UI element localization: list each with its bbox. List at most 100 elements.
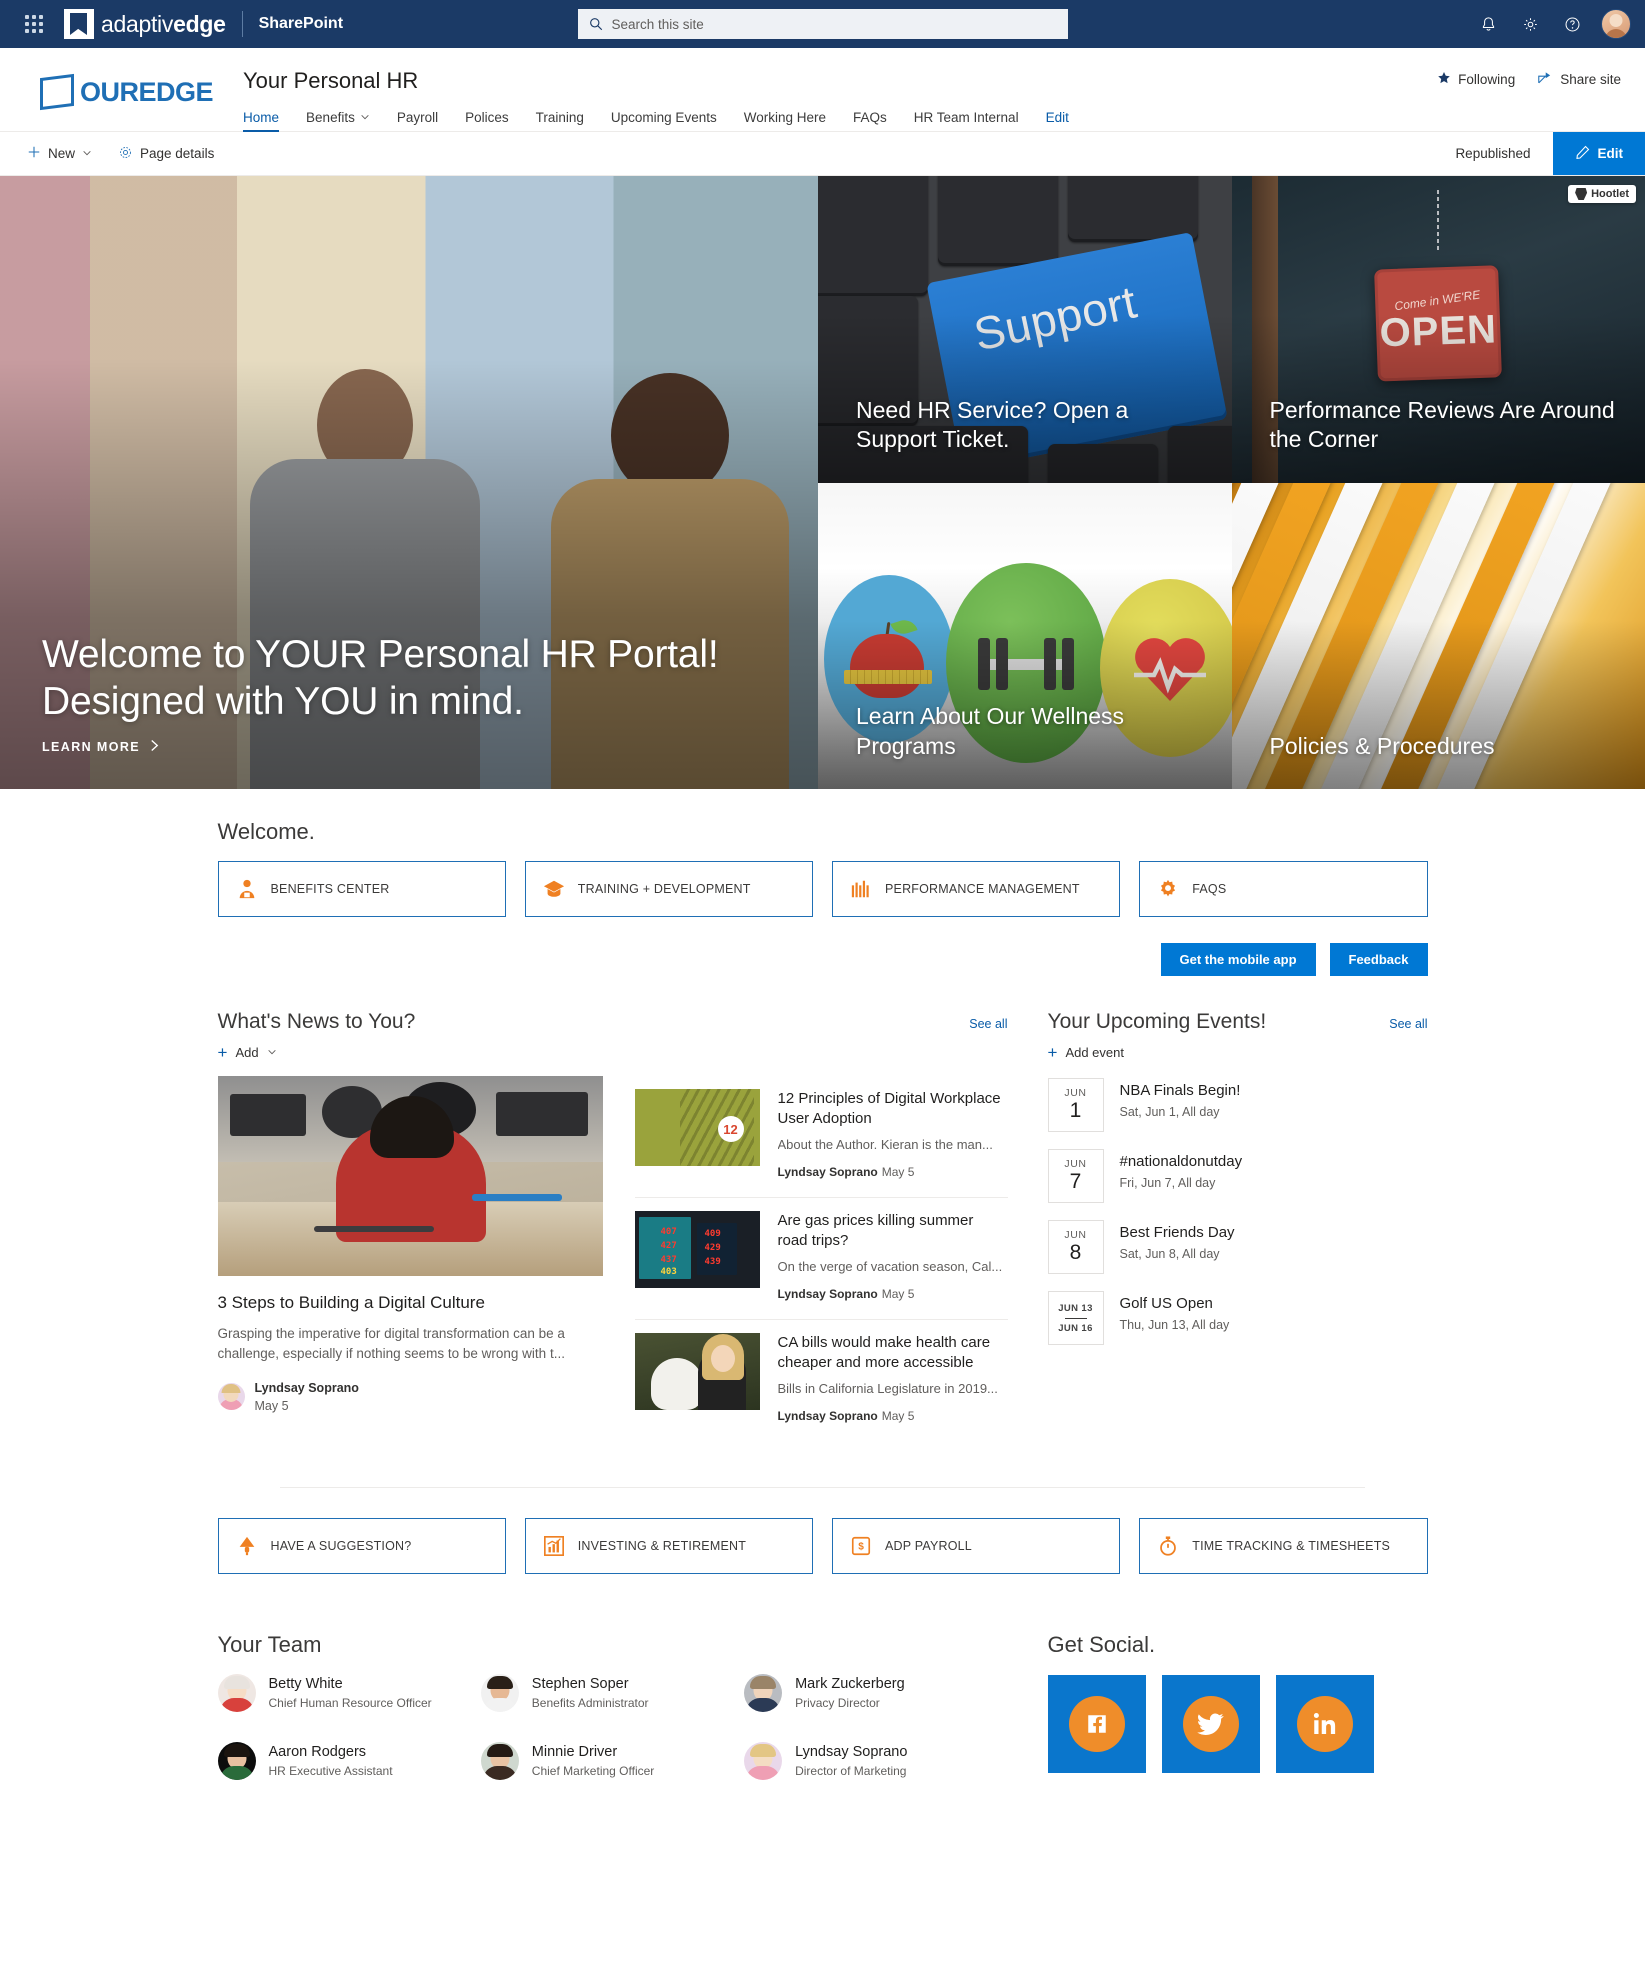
team-title: Your Team xyxy=(217,1632,322,1658)
social-web-part: Get Social. xyxy=(1047,1632,1428,1810)
quicklink-faqs[interactable]: FAQs xyxy=(1139,861,1428,917)
share-site-button[interactable]: Share site xyxy=(1537,70,1621,88)
hero-tile-wellness[interactable]: Learn About Our Wellness Programs xyxy=(818,482,1232,789)
nav-item-label: FAQs xyxy=(853,110,887,126)
team-member[interactable]: Aaron Rodgers HR Executive Assistant xyxy=(217,1742,481,1781)
plus-icon xyxy=(27,145,41,162)
nav-item-upcoming-events[interactable]: Upcoming Events xyxy=(611,105,731,134)
nav-item-edit[interactable]: Edit xyxy=(1046,105,1083,134)
search-input[interactable] xyxy=(611,16,1057,32)
hootlet-watermark[interactable]: Hootlet xyxy=(1568,185,1636,203)
nav-item-payroll[interactable]: Payroll xyxy=(397,105,452,134)
quicklink-label: FAQs xyxy=(1192,882,1227,896)
page-details-button[interactable]: Page details xyxy=(105,132,227,175)
event-item[interactable]: JUN 8 Best Friends Day Sat, Jun 8, All day xyxy=(1047,1220,1428,1274)
featured-news-date: May 5 xyxy=(254,1398,289,1413)
publish-status: Republished xyxy=(1455,146,1531,161)
hero-tile-policies[interactable]: Policies & Procedures xyxy=(1231,482,1645,789)
featured-news-excerpt: Grasping the imperative for digital tran… xyxy=(217,1326,565,1362)
hero-tile-support[interactable]: Support Need HR Service? Open a Support … xyxy=(818,176,1232,483)
site-logo[interactable]: OUREDGE xyxy=(40,73,214,111)
event-day: 8 xyxy=(1069,1241,1082,1265)
search-box[interactable] xyxy=(577,9,1068,39)
nav-item-benefits[interactable]: Benefits xyxy=(306,105,384,134)
news-item[interactable]: 12 12 Principles of Digital Workplace Use… xyxy=(634,1076,1008,1199)
facebook-icon xyxy=(1068,1696,1125,1753)
avatar xyxy=(217,1383,245,1411)
news-thumbnail xyxy=(634,1333,760,1411)
get-mobile-app-button[interactable]: Get the mobile app xyxy=(1160,943,1316,976)
nav-item-label: Edit xyxy=(1045,110,1069,126)
quicklink-adp-payroll[interactable]: $ ADP PAYROLL xyxy=(832,1518,1121,1575)
nav-item-faqs[interactable]: FAQs xyxy=(853,105,901,134)
following-button[interactable]: Following xyxy=(1437,71,1515,88)
team-member[interactable]: Betty White Chief Human Resource Officer xyxy=(217,1674,481,1713)
team-member[interactable]: Lyndsay Soprano Director of Marketing xyxy=(744,1742,1007,1781)
team-member[interactable]: Stephen Soper Benefits Administrator xyxy=(480,1674,744,1713)
nav-item-working-here[interactable]: Working Here xyxy=(744,105,840,134)
adaptivedge-logo-icon xyxy=(64,9,94,39)
notifications-icon[interactable] xyxy=(1469,4,1507,44)
help-icon[interactable] xyxy=(1553,4,1591,44)
featured-news-card[interactable]: 3 Steps to Building a Digital Culture Gr… xyxy=(217,1076,603,1441)
gear-icon[interactable] xyxy=(1511,4,1549,44)
social-link-facebook[interactable] xyxy=(1047,1675,1146,1774)
quicklink-training-development[interactable]: TRAINING + DEVELOPMENT xyxy=(524,861,813,917)
event-item[interactable]: JUN 13 JUN 16 Golf US Open Thu, Jun 13, All… xyxy=(1047,1291,1428,1345)
gear-icon xyxy=(1157,878,1179,900)
events-see-all-link[interactable]: See all xyxy=(1389,1017,1427,1031)
quicklink-time-tracking-timesheets[interactable]: TIME TRACKING & TIMESHEETS xyxy=(1139,1518,1428,1575)
team-member[interactable]: Mark Zuckerberg Privacy Director xyxy=(744,1674,1007,1713)
news-add-button[interactable]: + Add xyxy=(218,1044,1008,1061)
learn-more-button[interactable]: LEARN MORE xyxy=(42,739,778,755)
event-item[interactable]: JUN 1 NBA Finals Begin! Sat, Jun 1, All day xyxy=(1047,1078,1428,1132)
news-item[interactable]: CA bills would make health care cheaper … xyxy=(634,1320,1008,1441)
news-item-description: About the Author. Kieran is the man... xyxy=(777,1136,993,1152)
hero-tile-performance-reviews[interactable]: Come in WE'RE OPEN Hootlet Performance R… xyxy=(1231,176,1645,483)
site-logo-text: OUREDGE xyxy=(80,76,214,107)
social-link-linkedin[interactable] xyxy=(1275,1675,1374,1774)
social-link-twitter[interactable] xyxy=(1161,1675,1260,1774)
news-item-date: May 5 xyxy=(881,1287,915,1302)
team-member-role: HR Executive Assistant xyxy=(268,1763,393,1778)
quicklink-have-a-suggestion-[interactable]: HAVE A SUGGESTION? xyxy=(217,1518,506,1575)
news-title: What's News to You? xyxy=(217,1010,416,1033)
following-label: Following xyxy=(1458,71,1516,87)
news-item[interactable]: 407 427 437 403 409 429 439 Are gas prices kill… xyxy=(634,1198,1008,1321)
new-button[interactable]: New xyxy=(14,132,105,175)
news-see-all-link[interactable]: See all xyxy=(969,1017,1007,1031)
edit-button[interactable]: Edit xyxy=(1552,132,1645,175)
hero-tile-label: Need HR Service? Open a Support Ticket. xyxy=(856,396,1129,453)
nav-item-label: Home xyxy=(243,110,280,126)
add-event-label: Add event xyxy=(1065,1045,1124,1060)
event-item[interactable]: JUN 7 #nationaldonutday Fri, Jun 7, All day xyxy=(1047,1149,1428,1203)
chart-growth-icon xyxy=(543,1535,565,1557)
welcome-quicklinks: BENEFITS CENTER TRAINING + DEVELOPMENT PER… xyxy=(217,861,1428,917)
feedback-button[interactable]: Feedback xyxy=(1329,943,1428,976)
nav-item-training[interactable]: Training xyxy=(536,105,598,134)
team-member-role: Chief Marketing Officer xyxy=(531,1763,655,1778)
app-name[interactable]: SharePoint xyxy=(259,15,343,33)
quicklink-investing-retirement[interactable]: INVESTING & RETIREMENT xyxy=(524,1518,813,1575)
news-item-author: Lyndsay Soprano xyxy=(777,1165,878,1180)
nav-item-label: Benefits xyxy=(306,110,355,126)
hero-main-banner[interactable]: Welcome to YOUR Personal HR Portal! Desi… xyxy=(0,176,818,789)
quicklink-performance-management[interactable]: PERFORMANCE MANAGEMENT xyxy=(832,861,1121,917)
nav-item-polices[interactable]: Polices xyxy=(465,105,523,134)
nav-item-hr-team-internal[interactable]: HR Team Internal xyxy=(914,105,1033,134)
team-web-part: Your Team Betty White Chief Human Resourc… xyxy=(217,1632,1008,1810)
user-avatar[interactable] xyxy=(1601,9,1631,39)
nav-item-home[interactable]: Home xyxy=(243,105,293,134)
team-member[interactable]: Minnie Driver Chief Marketing Officer xyxy=(480,1742,744,1781)
ouredge-logo-icon xyxy=(40,73,74,111)
search-icon xyxy=(589,17,603,31)
quicklink-benefits-center[interactable]: BENEFITS CENTER xyxy=(217,861,506,917)
brand-logo[interactable]: adaptivedge xyxy=(64,9,226,39)
add-event-button[interactable]: + Add event xyxy=(1048,1044,1428,1061)
money-icon: $ xyxy=(850,1535,872,1557)
event-when: Fri, Jun 7, All day xyxy=(1119,1175,1216,1190)
team-member-name: Aaron Rodgers xyxy=(268,1744,367,1761)
featured-news-author: Lyndsay Soprano xyxy=(254,1380,359,1395)
app-launcher-icon[interactable] xyxy=(14,4,54,44)
page-title[interactable]: Your Personal HR xyxy=(243,68,1096,94)
